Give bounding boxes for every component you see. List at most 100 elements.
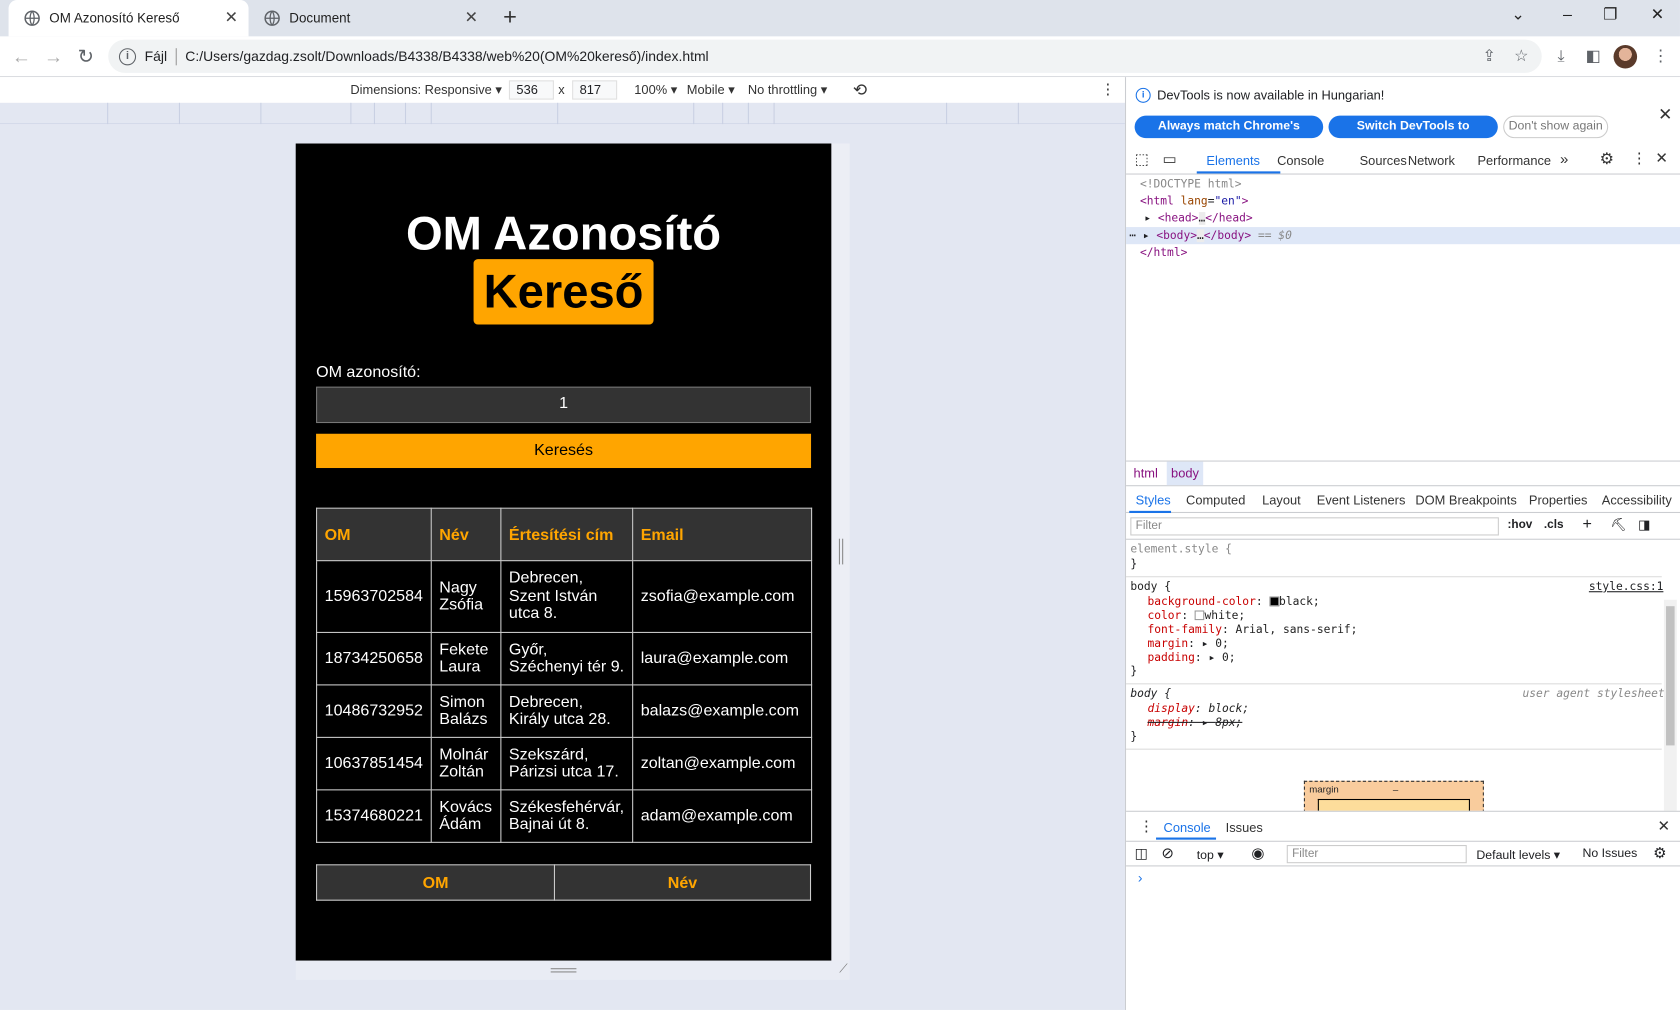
media-query-ruler[interactable] <box>0 102 1125 125</box>
drawer-tab-issues[interactable]: Issues <box>1226 820 1263 835</box>
dont-show-again-button[interactable]: Don't show again <box>1503 115 1609 139</box>
address-bar[interactable]: i Fájl C:/Users/gazdag.zsolt/Downloads/B… <box>108 39 1542 73</box>
issues-counter[interactable]: No Issues <box>1582 847 1637 860</box>
dom-doctype[interactable]: <!DOCTYPE html> <box>1126 176 1680 193</box>
tab-active[interactable]: OM Azonosító Kereső ✕ <box>8 0 249 37</box>
cell-cim: Győr, Széchenyi tér 9. <box>500 631 634 686</box>
url-text[interactable]: C:/Users/gazdag.zsolt/Downloads/B4338/B4… <box>185 48 708 64</box>
device-toggle-icon[interactable]: ▭ <box>1162 150 1176 168</box>
tab-console[interactable]: Console <box>1277 153 1324 168</box>
dimensions-select[interactable]: Dimensions: Responsive ▾ <box>350 82 502 97</box>
more-options-icon[interactable]: ⋮ <box>1100 80 1115 98</box>
resize-corner-icon[interactable]: ⟋ <box>839 963 847 977</box>
paint-icon[interactable]: ⛏ <box>1610 517 1626 532</box>
download-icon[interactable]: ⤓ <box>1550 46 1571 67</box>
more-tabs-icon[interactable]: » <box>1560 150 1568 167</box>
new-tab-button[interactable]: + <box>496 4 524 32</box>
customize-menu-icon[interactable]: ⋮ <box>1632 149 1647 167</box>
close-devtools-icon[interactable]: ✕ <box>1655 149 1668 167</box>
context-select[interactable]: top ▾ <box>1197 847 1224 862</box>
tab-elements[interactable]: Elements <box>1206 153 1260 168</box>
hov-toggle[interactable]: :hov <box>1507 518 1532 531</box>
height-input[interactable] <box>572 80 618 100</box>
switch-language-button[interactable]: Switch DevTools to Hungarian <box>1328 115 1498 155</box>
console-filter-input[interactable]: Filter <box>1286 845 1467 864</box>
body-rule-selector: body { <box>1130 580 1171 594</box>
resize-bottom-handle[interactable]: ⟋ <box>295 960 850 980</box>
breadcrumb-html[interactable]: html <box>1134 466 1158 481</box>
results-table: OM Név Értesítési cím Email 15963702584 … <box>316 507 813 843</box>
new-rule-icon[interactable]: + <box>1582 515 1591 533</box>
dom-html-close[interactable]: </html> <box>1126 244 1680 261</box>
drawer-tab-console[interactable]: Console <box>1164 820 1211 835</box>
settings-gear-icon[interactable]: ⚙ <box>1600 149 1614 168</box>
tab-close-icon[interactable]: ✕ <box>223 9 240 27</box>
info-icon[interactable]: i <box>118 47 137 65</box>
color-swatch[interactable] <box>1194 610 1205 621</box>
inspect-element-icon[interactable]: ⬚ <box>1135 150 1149 168</box>
subtab-properties[interactable]: Properties <box>1529 493 1588 508</box>
style-prop-background[interactable]: background-color: black; <box>1147 595 1319 609</box>
cell-nev: Fekete Laura <box>430 631 502 686</box>
html-open-tag: <html <box>1139 194 1174 208</box>
styles-scrollbar[interactable] <box>1663 599 1677 814</box>
rule-source-link[interactable]: style.css:1 <box>1589 580 1664 594</box>
close-drawer-icon[interactable]: ✕ <box>1657 817 1670 835</box>
sort-nev-button[interactable]: Név <box>553 864 812 901</box>
sidebar-toggle-icon[interactable]: ◨ <box>1638 517 1650 532</box>
subtab-accessibility[interactable]: Accessibility <box>1602 493 1672 508</box>
drawer-menu-icon[interactable]: ⋮ <box>1139 817 1154 835</box>
sort-om-button[interactable]: OM <box>316 864 555 901</box>
breadcrumb-body[interactable]: body <box>1166 461 1204 486</box>
tab-network[interactable]: Network <box>1408 153 1455 168</box>
resize-side-handle[interactable] <box>838 538 844 565</box>
cls-toggle[interactable]: .cls <box>1544 518 1564 531</box>
reload-icon[interactable]: ↻ <box>70 41 102 73</box>
console-sidebar-icon[interactable]: ◫ <box>1135 845 1148 862</box>
color-swatch[interactable] <box>1269 596 1280 607</box>
dom-head-node[interactable]: ▸ <head>…</head> <box>1126 210 1680 227</box>
style-prop-padding[interactable]: padding: ▸ 0; <box>1147 651 1235 665</box>
back-icon[interactable]: ← <box>5 41 37 73</box>
close-banner-icon[interactable]: ✕ <box>1658 104 1672 125</box>
side-panel-icon[interactable]: ◧ <box>1582 46 1603 67</box>
ua-stylesheet-label: user agent stylesheet <box>1522 687 1665 701</box>
zoom-select[interactable]: 100% ▾ <box>634 82 677 97</box>
menu-icon[interactable]: ⋮ <box>1650 46 1671 67</box>
levels-label: Default levels <box>1476 849 1551 863</box>
subtab-computed[interactable]: Computed <box>1186 493 1245 508</box>
width-input[interactable] <box>508 80 554 100</box>
match-language-button[interactable]: Always match Chrome's language <box>1134 115 1324 155</box>
subtab-styles[interactable]: Styles <box>1136 493 1171 508</box>
rotate-icon[interactable]: ⟲ <box>853 79 867 100</box>
dom-body-node[interactable]: ⋯ ▸ <body>…</body> == $0 <box>1126 227 1680 245</box>
subtab-layout[interactable]: Layout <box>1262 493 1301 508</box>
subtab-event-listeners[interactable]: Event Listeners <box>1317 493 1406 508</box>
console-prompt-icon[interactable]: › <box>1138 870 1143 886</box>
avatar[interactable] <box>1613 44 1638 69</box>
throttling-select[interactable]: No throttling ▾ <box>748 82 827 97</box>
levels-select[interactable]: Default levels ▾ <box>1476 847 1560 862</box>
eye-icon[interactable]: ◉ <box>1251 844 1264 862</box>
clear-console-icon[interactable]: ⊘ <box>1161 844 1174 862</box>
search-button[interactable]: Keresés <box>316 433 812 469</box>
subtab-dom-breakpoints[interactable]: DOM Breakpoints <box>1415 493 1516 508</box>
tab-sources[interactable]: Sources <box>1360 153 1407 168</box>
restore-icon[interactable]: ❐ <box>1586 0 1635 32</box>
close-window-icon[interactable]: ✕ <box>1633 0 1680 32</box>
console-settings-icon[interactable]: ⚙ <box>1653 844 1666 862</box>
bookmark-star-icon[interactable]: ☆ <box>1511 46 1532 67</box>
tab-search-icon[interactable]: ⌄ <box>1494 0 1543 32</box>
tab-close-icon[interactable]: ✕ <box>463 9 480 27</box>
dom-html-node[interactable]: <html lang="en"> <box>1126 193 1680 210</box>
tab-inactive[interactable]: Document ✕ <box>249 0 489 36</box>
styles-filter-input[interactable]: Filter <box>1130 517 1499 536</box>
tab-performance[interactable]: Performance <box>1477 153 1551 168</box>
om-input[interactable]: 1 <box>316 386 812 424</box>
style-prop-font-family[interactable]: font-family: Arial, sans-serif; <box>1147 623 1357 637</box>
device-type-select[interactable]: Mobile ▾ <box>687 82 735 97</box>
style-prop-margin[interactable]: margin: ▸ 0; <box>1147 637 1228 651</box>
forward-icon[interactable]: → <box>37 41 69 73</box>
share-icon[interactable]: ⇪ <box>1479 46 1500 67</box>
style-prop-color[interactable]: color: white; <box>1147 609 1245 623</box>
